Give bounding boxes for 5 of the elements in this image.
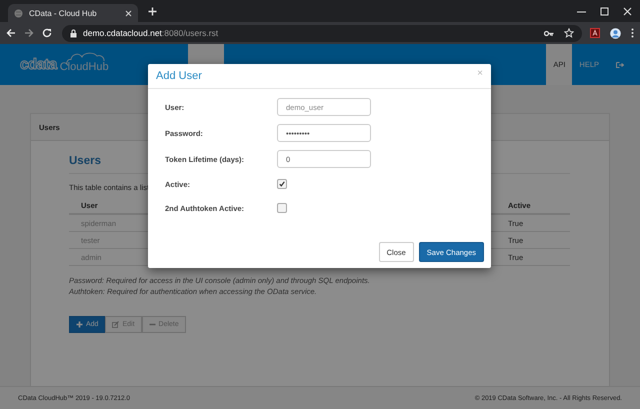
- tab-title: CData - Cloud Hub: [29, 8, 98, 18]
- url-text: demo.cdatacloud.net:8080/users.rst: [83, 28, 218, 38]
- logo-brand: cdata: [20, 56, 57, 73]
- logo-product: CloudHub: [60, 56, 109, 72]
- dialog-title: Add User: [156, 70, 202, 82]
